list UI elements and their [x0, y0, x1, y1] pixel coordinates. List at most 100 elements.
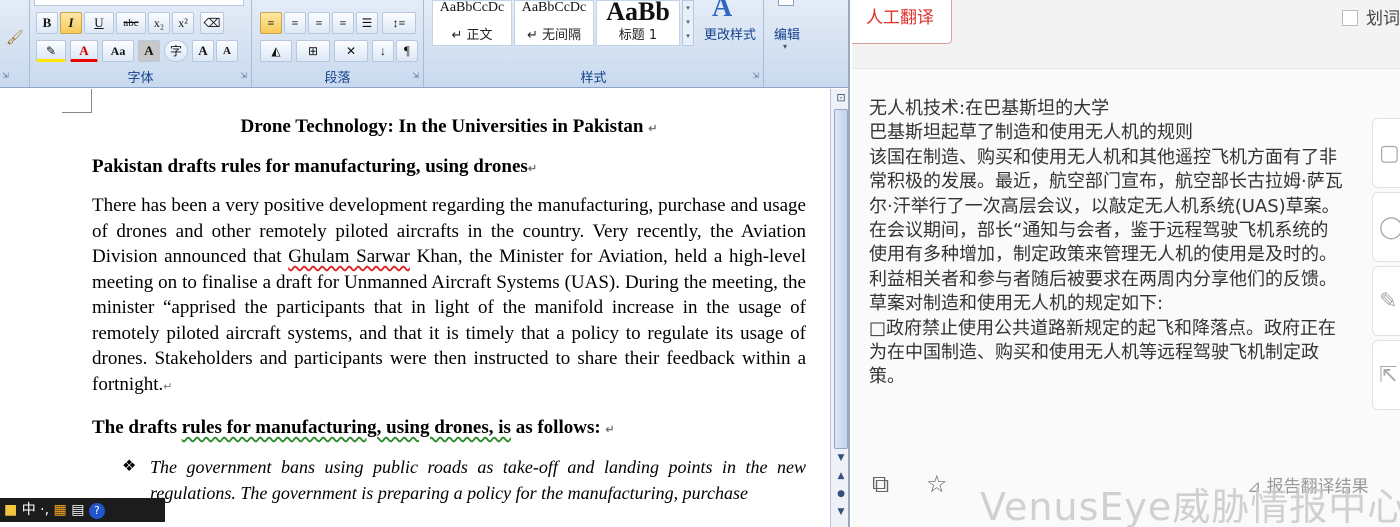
word-vertical-scrollbar[interactable]: ⊡ ▼ ▲ ● ▼ [830, 89, 848, 527]
translation-line: 使用有多种增加，制定政策来管理无人机的使用是及时的。 [869, 244, 1337, 266]
shrink-font-button[interactable]: A [216, 40, 238, 62]
style-no-spacing[interactable]: AaBbCcDc ↵ 无间隔 [514, 0, 594, 46]
translation-result: 无人机技术:在巴基斯坦的大学 巴基斯坦起草了制造和使用无人机的规则 该国在制造、… [852, 68, 1400, 458]
document-area[interactable]: Drone Technology: In the Universities in… [0, 89, 830, 527]
styles-dialog-launcher-icon[interactable]: ⇲ [752, 71, 759, 80]
sort-icon[interactable]: ↓ [372, 40, 394, 62]
change-styles-label[interactable]: 更改样式 [698, 24, 762, 43]
copy-icon[interactable]: ⧉ [872, 470, 889, 498]
document-page[interactable]: Drone Technology: In the Universities in… [92, 115, 806, 506]
ime-mode-label[interactable]: 中 ·, [22, 502, 54, 518]
translation-line: 为在中国制造、购买和使用无人机等远程驾驶飞机制定政 [869, 342, 1319, 364]
chinese-layout-icon[interactable]: ✕ [334, 40, 368, 62]
grow-font-button[interactable]: A [192, 40, 214, 62]
char-shading-button[interactable]: A [138, 40, 160, 62]
underline-button[interactable]: U [84, 12, 114, 34]
format-painter-icon[interactable]: 🖌 [6, 30, 24, 46]
word-window: 🖌 ⇲ B I U abc x₂ x² ⌫ ✎ A Aa A 字 A A 字体 [0, 0, 850, 527]
translator-panel: 人工翻译 划词 无人机技术:在巴基斯坦的大学 巴基斯坦起草了制造和使用无人机的规… [852, 0, 1400, 527]
diamond-bullet-icon: ❖ [122, 458, 137, 475]
paragraph-group-label: 段落 [324, 71, 351, 86]
browse-object-icon[interactable]: ● [831, 487, 848, 501]
clipboard-group: 🖌 ⇲ [0, 0, 30, 87]
edit-dropdown-icon[interactable]: ▾ [783, 42, 787, 51]
font-dialog-launcher-icon[interactable]: ⇲ [240, 71, 247, 80]
translation-line: 常积极的发展。最近，航空部门宣布，航空部长古拉姆·萨瓦 [869, 171, 1343, 193]
translation-line: 草案对制造和使用无人机的规定如下: [869, 293, 1164, 315]
edit-icon[interactable] [778, 0, 794, 6]
translation-line: 在会议期间，部长“通知与会者，鉴于远程驾驶飞机系统的 [869, 220, 1329, 242]
word-select-checkbox[interactable] [1342, 10, 1358, 26]
translation-line: 尔·汗举行了一次高层会议，以敲定无人机系统(UAS)草案。 [869, 195, 1340, 217]
side-chat-icon[interactable]: ◯ [1372, 192, 1400, 262]
human-translate-button[interactable]: 人工翻译 [852, 0, 952, 44]
styles-scroll[interactable]: ▾ ▾ ▾ [682, 0, 694, 46]
paragraph-dialog-launcher-icon[interactable]: ⇲ [412, 71, 419, 80]
margin-corner-mark [62, 89, 92, 113]
clear-format-icon[interactable]: ⌫ [200, 12, 224, 34]
change-case-button[interactable]: Aa [102, 40, 134, 62]
distributed-icon[interactable]: ☰ [356, 12, 378, 34]
styles-group: AaBbCcDc ↵ 正文 AaBbCcDc ↵ 无间隔 AaBb 标题 1 ▾… [424, 0, 764, 87]
translation-text: 无人机技术:在巴基斯坦的大学 巴基斯坦起草了制造和使用无人机的规则 该国在制造、… [869, 97, 1400, 390]
ime-menu-icon[interactable]: ▤ [71, 502, 84, 518]
highlight-color-icon[interactable]: ✎ [36, 40, 66, 62]
strikethrough-button[interactable]: abc [116, 12, 146, 34]
side-edit-icon[interactable]: ✎ [1372, 266, 1400, 336]
side-toolbar: ▢ ◯ ✎ ⇱ [1372, 118, 1400, 410]
font-color-button[interactable]: A [70, 40, 98, 62]
doc-heading-2: The drafts rules for manufacturing, usin… [92, 417, 615, 438]
doc-title: Drone Technology: In the Universities in… [240, 116, 658, 137]
screen: 🖌 ⇲ B I U abc x₂ x² ⌫ ✎ A Aa A 字 A A 字体 [0, 0, 1400, 527]
watermark: VenusEye威胁情报中心 [980, 485, 1400, 527]
doc-heading-1: Pakistan drafts rules for manufacturing,… [92, 156, 538, 177]
edit-button-label[interactable]: 编辑 [764, 24, 810, 43]
subscript-button[interactable]: x₂ [148, 12, 170, 34]
styles-group-label: 样式 [580, 71, 607, 86]
superscript-button[interactable]: x² [172, 12, 194, 34]
side-document-icon[interactable]: ▢ [1372, 118, 1400, 188]
translation-line: 策。 [869, 366, 905, 388]
paragraph-group: ≡ ≡ ≡ ≡ ☰ ↕≡ ◭ ⊞ ✕ ↓ ¶ 段落 ⇲ [252, 0, 424, 87]
edit-group: 编辑 ▾ [764, 0, 848, 87]
translation-line: 无人机技术:在巴基斯坦的大学 [869, 98, 1110, 119]
word-scroll-thumb[interactable] [834, 109, 848, 449]
ribbon: 🖌 ⇲ B I U abc x₂ x² ⌫ ✎ A Aa A 字 A A 字体 [0, 0, 848, 88]
result-footer: ⧉ ☆ ⊿ 报告翻译结果 VenusEye威胁情报中心 [852, 458, 1400, 527]
prev-page-icon[interactable]: ▲ [831, 469, 848, 483]
doc-paragraph-1: There has been a very positive developme… [92, 195, 806, 395]
clipboard-launcher-icon[interactable]: ⇲ [2, 71, 9, 80]
doc-bullet-1: ❖ The government bans using public roads … [92, 454, 806, 506]
align-left-icon[interactable]: ≡ [260, 12, 282, 34]
favorite-star-icon[interactable]: ☆ [926, 470, 948, 498]
ime-toolbar[interactable]: ■ 中 ·, ▦ ▤ ? [0, 498, 165, 522]
line-spacing-icon[interactable]: ↕≡ [382, 12, 416, 34]
font-group: B I U abc x₂ x² ⌫ ✎ A Aa A 字 A A 字体 ⇲ [30, 0, 252, 87]
shading-icon[interactable]: ◭ [260, 40, 292, 62]
align-right-icon[interactable]: ≡ [308, 12, 330, 34]
align-center-icon[interactable]: ≡ [284, 12, 306, 34]
ime-logo-icon[interactable]: ■ [4, 502, 17, 518]
show-marks-icon[interactable]: ¶ [396, 40, 418, 62]
word-select-toggle[interactable]: 划词 [1342, 4, 1400, 29]
ime-help-icon[interactable]: ? [88, 503, 105, 519]
translation-line: 巴基斯坦起草了制造和使用无人机的规则 [869, 122, 1193, 144]
next-page-icon[interactable]: ▼ [831, 505, 848, 519]
style-normal[interactable]: AaBbCcDc ↵ 正文 [432, 0, 512, 46]
spellcheck-name: Ghulam Sarwar [288, 246, 410, 267]
translation-line: 利益相关者和参与者随后被要求在两周内分享他们的反馈。 [869, 268, 1337, 290]
justify-icon[interactable]: ≡ [332, 12, 354, 34]
ime-keyboard-icon[interactable]: ▦ [54, 502, 67, 518]
borders-icon[interactable]: ⊞ [296, 40, 330, 62]
ruler-toggle-icon[interactable]: ⊡ [831, 91, 848, 105]
font-name-box[interactable] [34, 0, 244, 6]
change-styles-icon[interactable]: A [712, 0, 732, 24]
translation-line: □政府禁止使用公共道路新规定的起飞和降落点。政府正在 [869, 317, 1337, 339]
scroll-down-icon[interactable]: ▼ [831, 451, 848, 465]
italic-button[interactable]: I [60, 12, 82, 34]
enclose-char-button[interactable]: 字 [164, 40, 188, 62]
style-heading-1[interactable]: AaBb 标题 1 [596, 0, 680, 46]
font-group-label: 字体 [127, 71, 154, 86]
bold-button[interactable]: B [36, 12, 58, 34]
side-top-icon[interactable]: ⇱ [1372, 340, 1400, 410]
